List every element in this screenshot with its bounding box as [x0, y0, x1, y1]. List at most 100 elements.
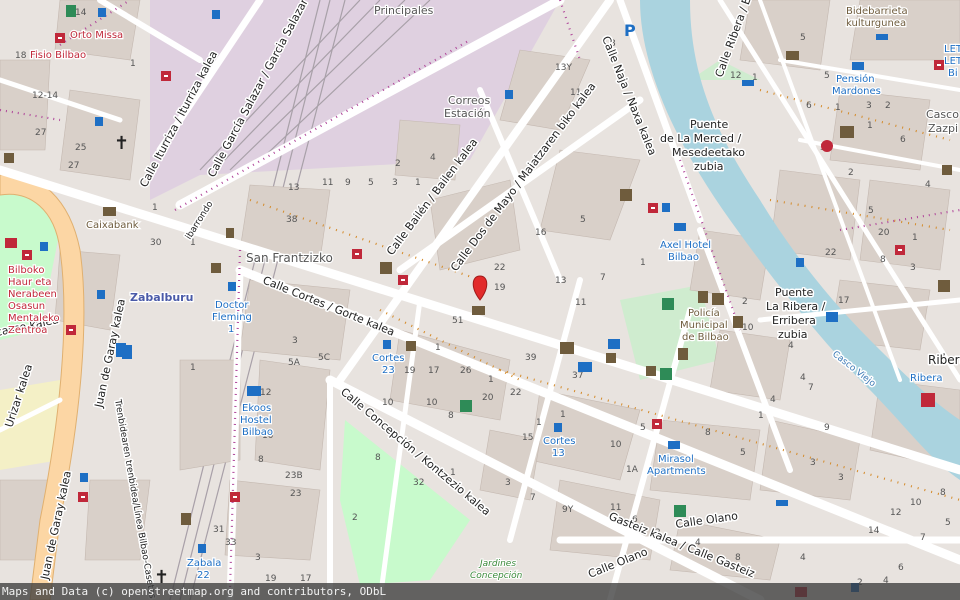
- svg-text:12-14: 12-14: [32, 91, 58, 101]
- label-caixabank: Caixabank: [86, 220, 139, 231]
- fuel-station-icon: [122, 345, 132, 359]
- label-bilboko: Bilboko: [8, 265, 44, 276]
- map-view[interactable]: 14 12-14 27 25 30 1 13 11 9 531 38 2 4 22 19 13 16…: [0, 0, 960, 600]
- label-fisio-bilbao: Fisio Bilbao: [30, 50, 86, 61]
- hotel-icon: [668, 441, 680, 449]
- svg-text:51: 51: [452, 316, 463, 326]
- label-ekoos-hostel: Hostel: [240, 415, 272, 426]
- label-erribera: Erribera: [772, 314, 816, 327]
- label-axel-bilbao: Bilbao: [668, 252, 699, 263]
- svg-text:5: 5: [945, 518, 951, 528]
- svg-text:3: 3: [838, 473, 844, 483]
- sculpture-icon: [678, 348, 688, 360]
- label-correos: Correos: [448, 94, 491, 107]
- label-correos-estacion: Estación: [444, 107, 491, 120]
- playground-icon: [660, 368, 672, 380]
- svg-text:16: 16: [535, 228, 547, 238]
- svg-text:33: 33: [225, 538, 236, 548]
- hotel-icon: [674, 223, 686, 231]
- cafe-icon: [646, 366, 656, 376]
- bus-stop-icon: [80, 473, 88, 482]
- label-mesedeetako: Mesedeetako: [672, 146, 745, 159]
- svg-text:3: 3: [255, 553, 261, 563]
- label-de-la-merced: de La Merced /: [660, 132, 741, 145]
- svg-text:13: 13: [555, 276, 566, 286]
- bicycle-icon: [826, 312, 838, 322]
- svg-text:23B: 23B: [285, 471, 303, 481]
- theatre-icon: [380, 262, 392, 274]
- label-axel-hotel: Axel Hotel: [660, 240, 711, 251]
- label-zabala: Zabala: [187, 558, 221, 569]
- svg-text:25: 25: [75, 143, 86, 153]
- label-mirasol-apartments: Apartments: [647, 466, 706, 477]
- svg-text:1: 1: [488, 375, 494, 385]
- svg-text:19: 19: [404, 366, 416, 376]
- svg-text:32: 32: [413, 478, 424, 488]
- svg-text:4: 4: [430, 153, 436, 163]
- label-kulturgunea: kulturgunea: [846, 18, 906, 29]
- sports-icon: [66, 5, 76, 17]
- bank-icon: [786, 51, 799, 60]
- svg-text:5: 5: [800, 33, 806, 43]
- shop-icon: [211, 263, 221, 273]
- label-policia: Policía: [688, 307, 720, 319]
- label-cortes-13-num: 13: [552, 448, 565, 459]
- label-san-frantzizko: San Frantzizko: [246, 251, 333, 265]
- map-canvas[interactable]: 1412-1427 2530 1 13 11 9 531 3824 221913 16…: [0, 0, 960, 600]
- svg-text:6: 6: [806, 101, 812, 111]
- playground-icon: [460, 400, 472, 412]
- svg-text:22: 22: [825, 248, 836, 258]
- svg-text:1: 1: [560, 410, 566, 420]
- svg-text:1: 1: [435, 343, 441, 353]
- parking-icon: P: [624, 21, 636, 40]
- svg-text:19: 19: [494, 283, 506, 293]
- svg-text:39: 39: [525, 353, 537, 363]
- label-zabala-22: 22: [197, 570, 210, 581]
- label-bi: Bi: [948, 68, 958, 79]
- svg-text:1: 1: [130, 59, 136, 69]
- svg-text:2: 2: [742, 297, 748, 307]
- hotel-icon: [742, 80, 754, 86]
- bank-icon: [103, 207, 116, 216]
- hotel-icon: [852, 62, 864, 70]
- svg-text:20: 20: [482, 393, 494, 403]
- svg-text:4: 4: [770, 395, 776, 405]
- svg-text:27: 27: [35, 128, 46, 138]
- svg-text:12: 12: [260, 388, 271, 398]
- svg-text:9: 9: [345, 178, 351, 188]
- label-fleming: Fleming: [212, 312, 252, 323]
- label-pension: Pensión: [836, 73, 875, 85]
- theatre-icon: [620, 189, 632, 201]
- label-concepcion: Concepción: [470, 570, 523, 581]
- svg-text:37: 37: [572, 371, 583, 381]
- svg-text:14: 14: [868, 526, 880, 536]
- label-osasun: Osasun: [8, 301, 45, 312]
- svg-text:2: 2: [395, 159, 401, 169]
- svg-text:13: 13: [288, 183, 299, 193]
- svg-text:3: 3: [866, 101, 872, 111]
- bus-stop-icon: [796, 258, 804, 267]
- svg-text:1: 1: [835, 103, 841, 113]
- label-puente-ribera: Puente: [775, 286, 813, 299]
- label-jardines: Jardines: [478, 559, 516, 569]
- svg-text:3: 3: [292, 336, 298, 346]
- hotel-icon: [578, 362, 592, 372]
- svg-text:1: 1: [415, 178, 421, 188]
- svg-text:11: 11: [322, 178, 333, 188]
- police-icon: [698, 291, 708, 303]
- label-orto-missa: Orto Missa: [70, 30, 123, 41]
- place-of-worship-icon: [181, 513, 191, 525]
- svg-text:10: 10: [910, 498, 922, 508]
- hotel-icon: [876, 34, 888, 40]
- bus-stop-icon: [662, 203, 670, 212]
- svg-text:10: 10: [382, 398, 394, 408]
- bus-stop-icon: [198, 544, 206, 553]
- svg-text:2: 2: [352, 513, 358, 523]
- cafe-icon: [606, 353, 616, 363]
- svg-text:1: 1: [912, 233, 918, 243]
- svg-text:4: 4: [925, 180, 931, 190]
- label-principales: Principales: [374, 4, 434, 17]
- bus-stop-icon: [554, 423, 562, 432]
- svg-text:22: 22: [510, 388, 521, 398]
- label-doctor: Doctor: [215, 300, 249, 311]
